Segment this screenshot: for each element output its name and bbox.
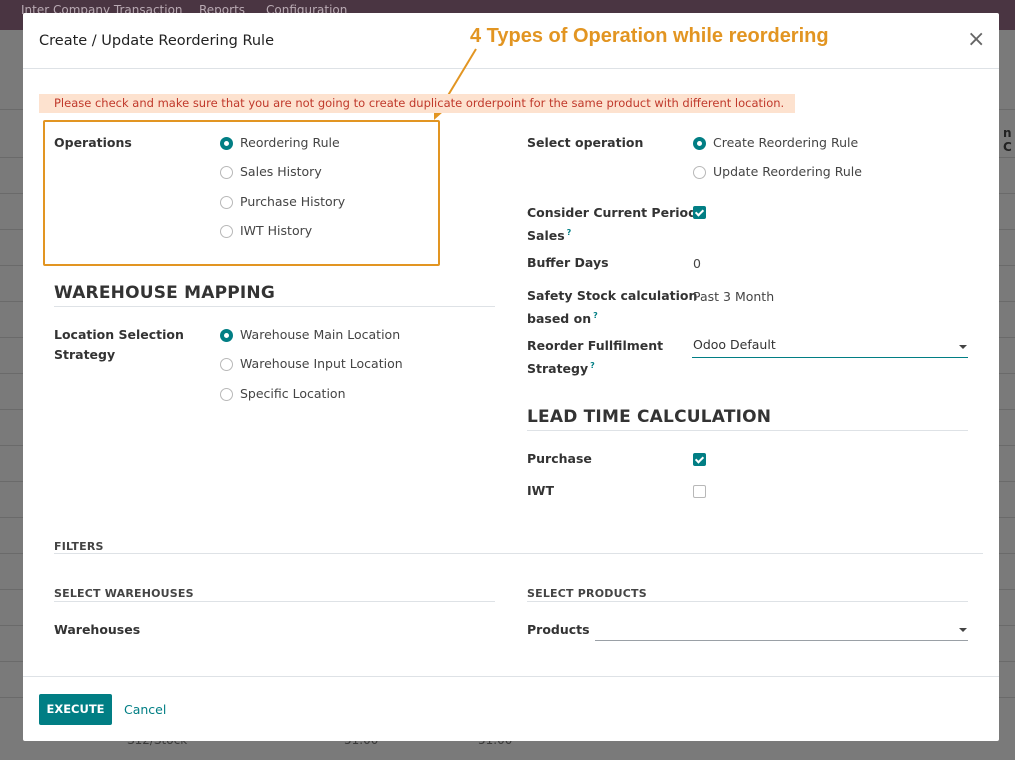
radio-selected-icon	[220, 136, 233, 150]
radio-empty-icon	[693, 165, 706, 179]
radio-update-reordering-rule[interactable]: Update Reordering Rule	[693, 162, 862, 182]
radio-empty-icon	[220, 387, 233, 401]
cancel-button[interactable]: Cancel	[124, 694, 166, 725]
radio-selected-icon	[693, 136, 706, 150]
section-divider	[527, 601, 968, 602]
iwt-checkbox[interactable]	[693, 485, 706, 498]
help-icon[interactable]: ?	[590, 361, 595, 370]
location-strategy-label: Location Selection Strategy	[54, 327, 184, 362]
products-label: Products	[527, 622, 590, 637]
select-products-title: SELECT PRODUCTS	[527, 587, 647, 600]
radio-selected-icon	[220, 328, 233, 342]
radio-create-reordering-rule[interactable]: Create Reordering Rule	[693, 133, 858, 153]
select-warehouses-title: SELECT WAREHOUSES	[54, 587, 194, 600]
duplicate-orderpoint-warning: Please check and make sure that you are …	[39, 94, 795, 113]
section-divider	[54, 306, 495, 307]
radio-empty-icon	[220, 165, 233, 179]
purchase-label: Purchase	[527, 451, 592, 466]
warehouse-mapping-title: WAREHOUSE MAPPING	[54, 283, 276, 303]
radio-purchase-history[interactable]: Purchase History	[220, 192, 345, 212]
reorder-strategy-select[interactable]: Odoo Default	[692, 336, 968, 358]
radio-empty-icon	[220, 224, 233, 238]
iwt-label: IWT	[527, 483, 554, 498]
execute-button[interactable]: EXECUTE	[39, 694, 112, 725]
footer-divider	[23, 676, 999, 677]
radio-specific-location[interactable]: Specific Location	[220, 384, 346, 404]
buffer-days-value[interactable]: 0	[693, 254, 701, 274]
filters-title: FILTERS	[54, 540, 104, 553]
background-column-header: n C	[1003, 126, 1012, 154]
chevron-down-icon	[959, 345, 967, 349]
radio-empty-icon	[220, 357, 233, 371]
radio-empty-icon	[220, 195, 233, 209]
safety-stock-label: Safety Stock calculation based on?	[527, 288, 698, 327]
section-divider	[54, 601, 495, 602]
reorder-strategy-label: Reorder Fullfilment Strategy?	[527, 338, 664, 377]
help-icon[interactable]: ?	[593, 311, 598, 320]
consider-current-period-checkbox[interactable]	[693, 206, 706, 219]
consider-current-period-label: Consider Current Period Sales?	[527, 205, 698, 244]
help-icon[interactable]: ?	[567, 228, 572, 237]
reordering-rule-dialog: Create / Update Reordering Rule × 4 Type…	[23, 13, 999, 741]
select-operation-label: Select operation	[527, 135, 644, 150]
radio-iwt-history[interactable]: IWT History	[220, 221, 312, 241]
buffer-days-label: Buffer Days	[527, 255, 609, 270]
chevron-down-icon	[959, 628, 967, 632]
purchase-checkbox[interactable]	[693, 453, 706, 466]
radio-reordering-rule[interactable]: Reordering Rule	[220, 133, 340, 153]
radio-warehouse-input-location[interactable]: Warehouse Input Location	[220, 354, 403, 374]
section-divider	[527, 430, 968, 431]
section-divider	[54, 553, 983, 554]
safety-stock-value[interactable]: Past 3 Month	[693, 287, 774, 307]
warehouses-label: Warehouses	[54, 622, 141, 637]
operations-label: Operations	[54, 135, 132, 150]
lead-time-title: LEAD TIME CALCULATION	[527, 407, 772, 427]
radio-sales-history[interactable]: Sales History	[220, 162, 322, 182]
products-select[interactable]	[595, 619, 968, 641]
radio-warehouse-main-location[interactable]: Warehouse Main Location	[220, 325, 400, 345]
